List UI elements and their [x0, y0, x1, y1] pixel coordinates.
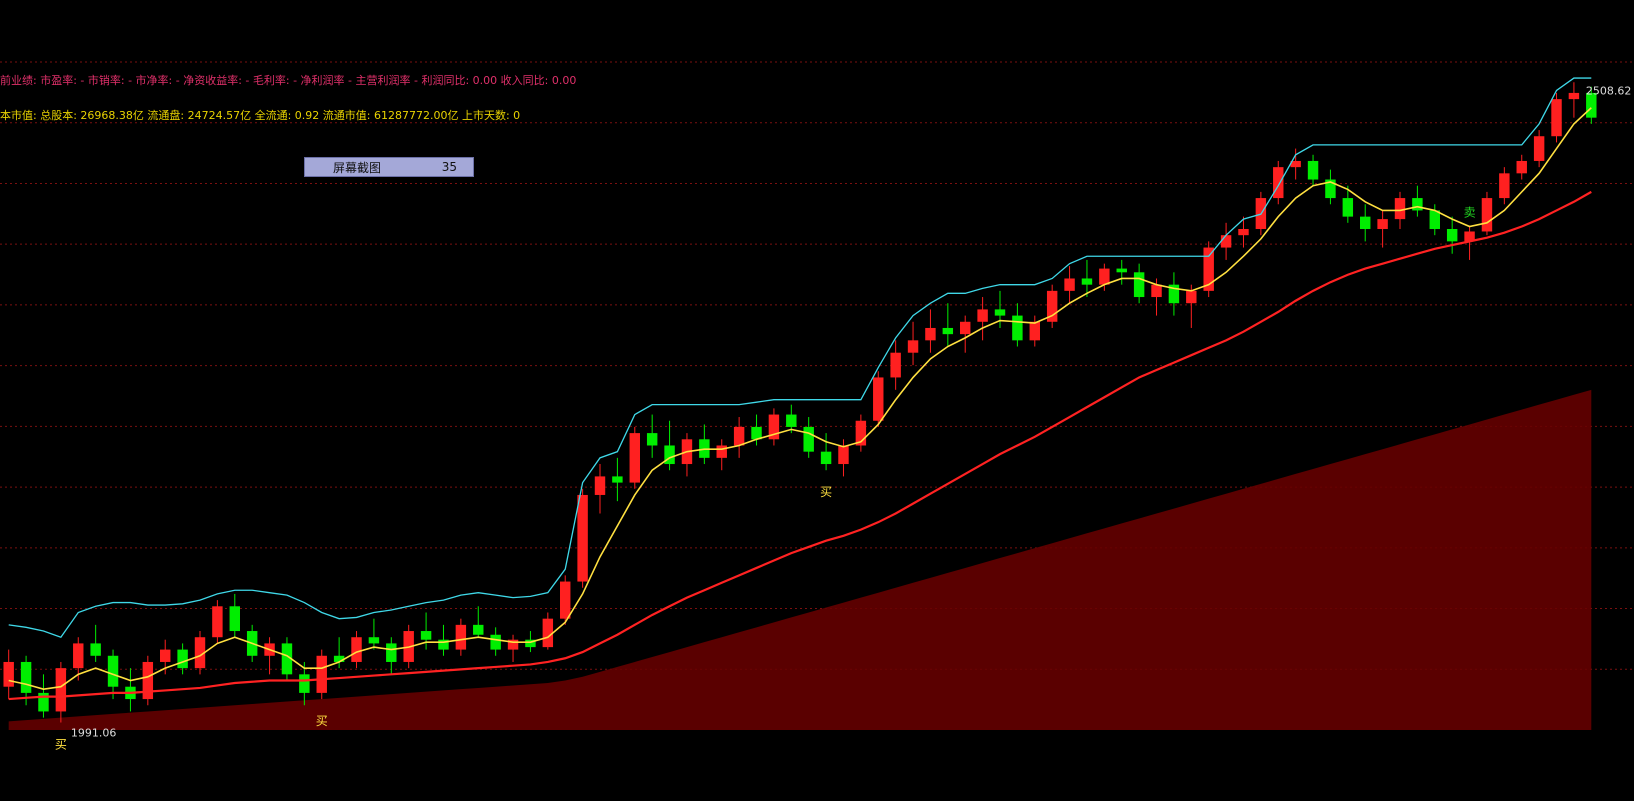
candle-body: [1342, 198, 1354, 217]
financial-metrics-line: 前业绩: 市盈率: - 市销率: - 市净率: - 净资收益率: - 毛利率: …: [0, 74, 577, 87]
buy-signal-label: 买: [316, 714, 328, 728]
candle-body: [786, 414, 797, 427]
candle-body: [1551, 99, 1562, 137]
candle-body: [229, 606, 240, 632]
candle-body: [212, 606, 223, 638]
candle-body: [577, 494, 588, 582]
candle-body: [594, 476, 606, 495]
candle-body: [1012, 315, 1023, 341]
candle-body: [1133, 272, 1145, 298]
candle-body: [55, 668, 67, 712]
candle-body: [1238, 229, 1249, 236]
candle-body: [560, 581, 571, 619]
candle-body: [1568, 92, 1580, 100]
candle-body: [490, 634, 501, 650]
candle-body: [3, 661, 14, 687]
candle-body: [873, 377, 884, 421]
candle-body: [142, 661, 154, 700]
candle-body: [1412, 198, 1423, 211]
candle-body: [925, 327, 936, 341]
candle-body: [1220, 235, 1232, 248]
candle-body: [455, 624, 467, 650]
candle-body: [1186, 290, 1197, 304]
candle-body: [629, 433, 640, 483]
candle-body: [1064, 278, 1075, 291]
screen-capture-button[interactable]: 屏幕截图 35: [304, 157, 474, 177]
candle-body: [646, 433, 658, 446]
candle-body: [316, 655, 327, 693]
candle-body: [386, 643, 397, 662]
candle-body: [716, 445, 727, 458]
candle-body: [1377, 219, 1388, 229]
candle-body: [73, 643, 84, 669]
candle-body: [1099, 268, 1110, 285]
candle-body: [803, 426, 814, 452]
buy-signal-label: 买: [55, 738, 67, 752]
candle-body: [177, 649, 188, 669]
buy-signal-label: 买: [820, 485, 832, 499]
candle-body: [960, 321, 971, 335]
candle-body: [20, 661, 32, 693]
candle-body: [1481, 198, 1493, 232]
candle-body: [333, 655, 345, 662]
candle-body: [907, 340, 919, 353]
sell-signal-label: 卖: [1464, 206, 1476, 220]
candle-body: [299, 674, 310, 693]
candle-body: [1516, 160, 1527, 174]
candle-body: [1360, 216, 1371, 229]
candle-body: [890, 352, 901, 378]
candle-body: [820, 451, 832, 465]
candle-body: [942, 327, 954, 335]
candle-body: [1081, 278, 1093, 285]
price-high-label: 2508.62: [1586, 84, 1632, 97]
candle-body: [368, 637, 380, 644]
price-low-label: 1991.06: [71, 727, 117, 740]
candle-body: [1499, 173, 1510, 199]
candle-body: [977, 309, 988, 322]
candle-body: [994, 309, 1006, 316]
candle-body: [160, 649, 171, 662]
candle-body: [90, 643, 101, 656]
screen-capture-label: 屏幕截图: [333, 160, 382, 175]
candle-body: [107, 655, 119, 687]
capital-structure-line: 本市值: 总股本: 26968.38亿 流通盘: 24724.57亿 全流通: …: [0, 109, 521, 122]
screen-capture-count: 35: [441, 160, 457, 174]
lower-band-area: [8, 389, 1592, 730]
candle-body: [473, 624, 484, 635]
candle-body: [1029, 321, 1040, 341]
candle-body: [1429, 210, 1440, 229]
candle-body: [1273, 167, 1284, 199]
candle-body: [1151, 284, 1162, 298]
candle-body: [1394, 198, 1406, 220]
candle-body: [1446, 229, 1458, 242]
candle-body: [1533, 136, 1545, 161]
lower-band-fill: [8, 389, 1592, 730]
candle-body: [351, 637, 362, 662]
candle-body: [838, 445, 849, 465]
candle-body: [420, 631, 432, 640]
candle-body: [1307, 160, 1319, 180]
candle-body: [1116, 268, 1127, 273]
candle-body: [542, 618, 554, 648]
candle-body: [733, 426, 745, 446]
candle-body: [612, 476, 623, 483]
